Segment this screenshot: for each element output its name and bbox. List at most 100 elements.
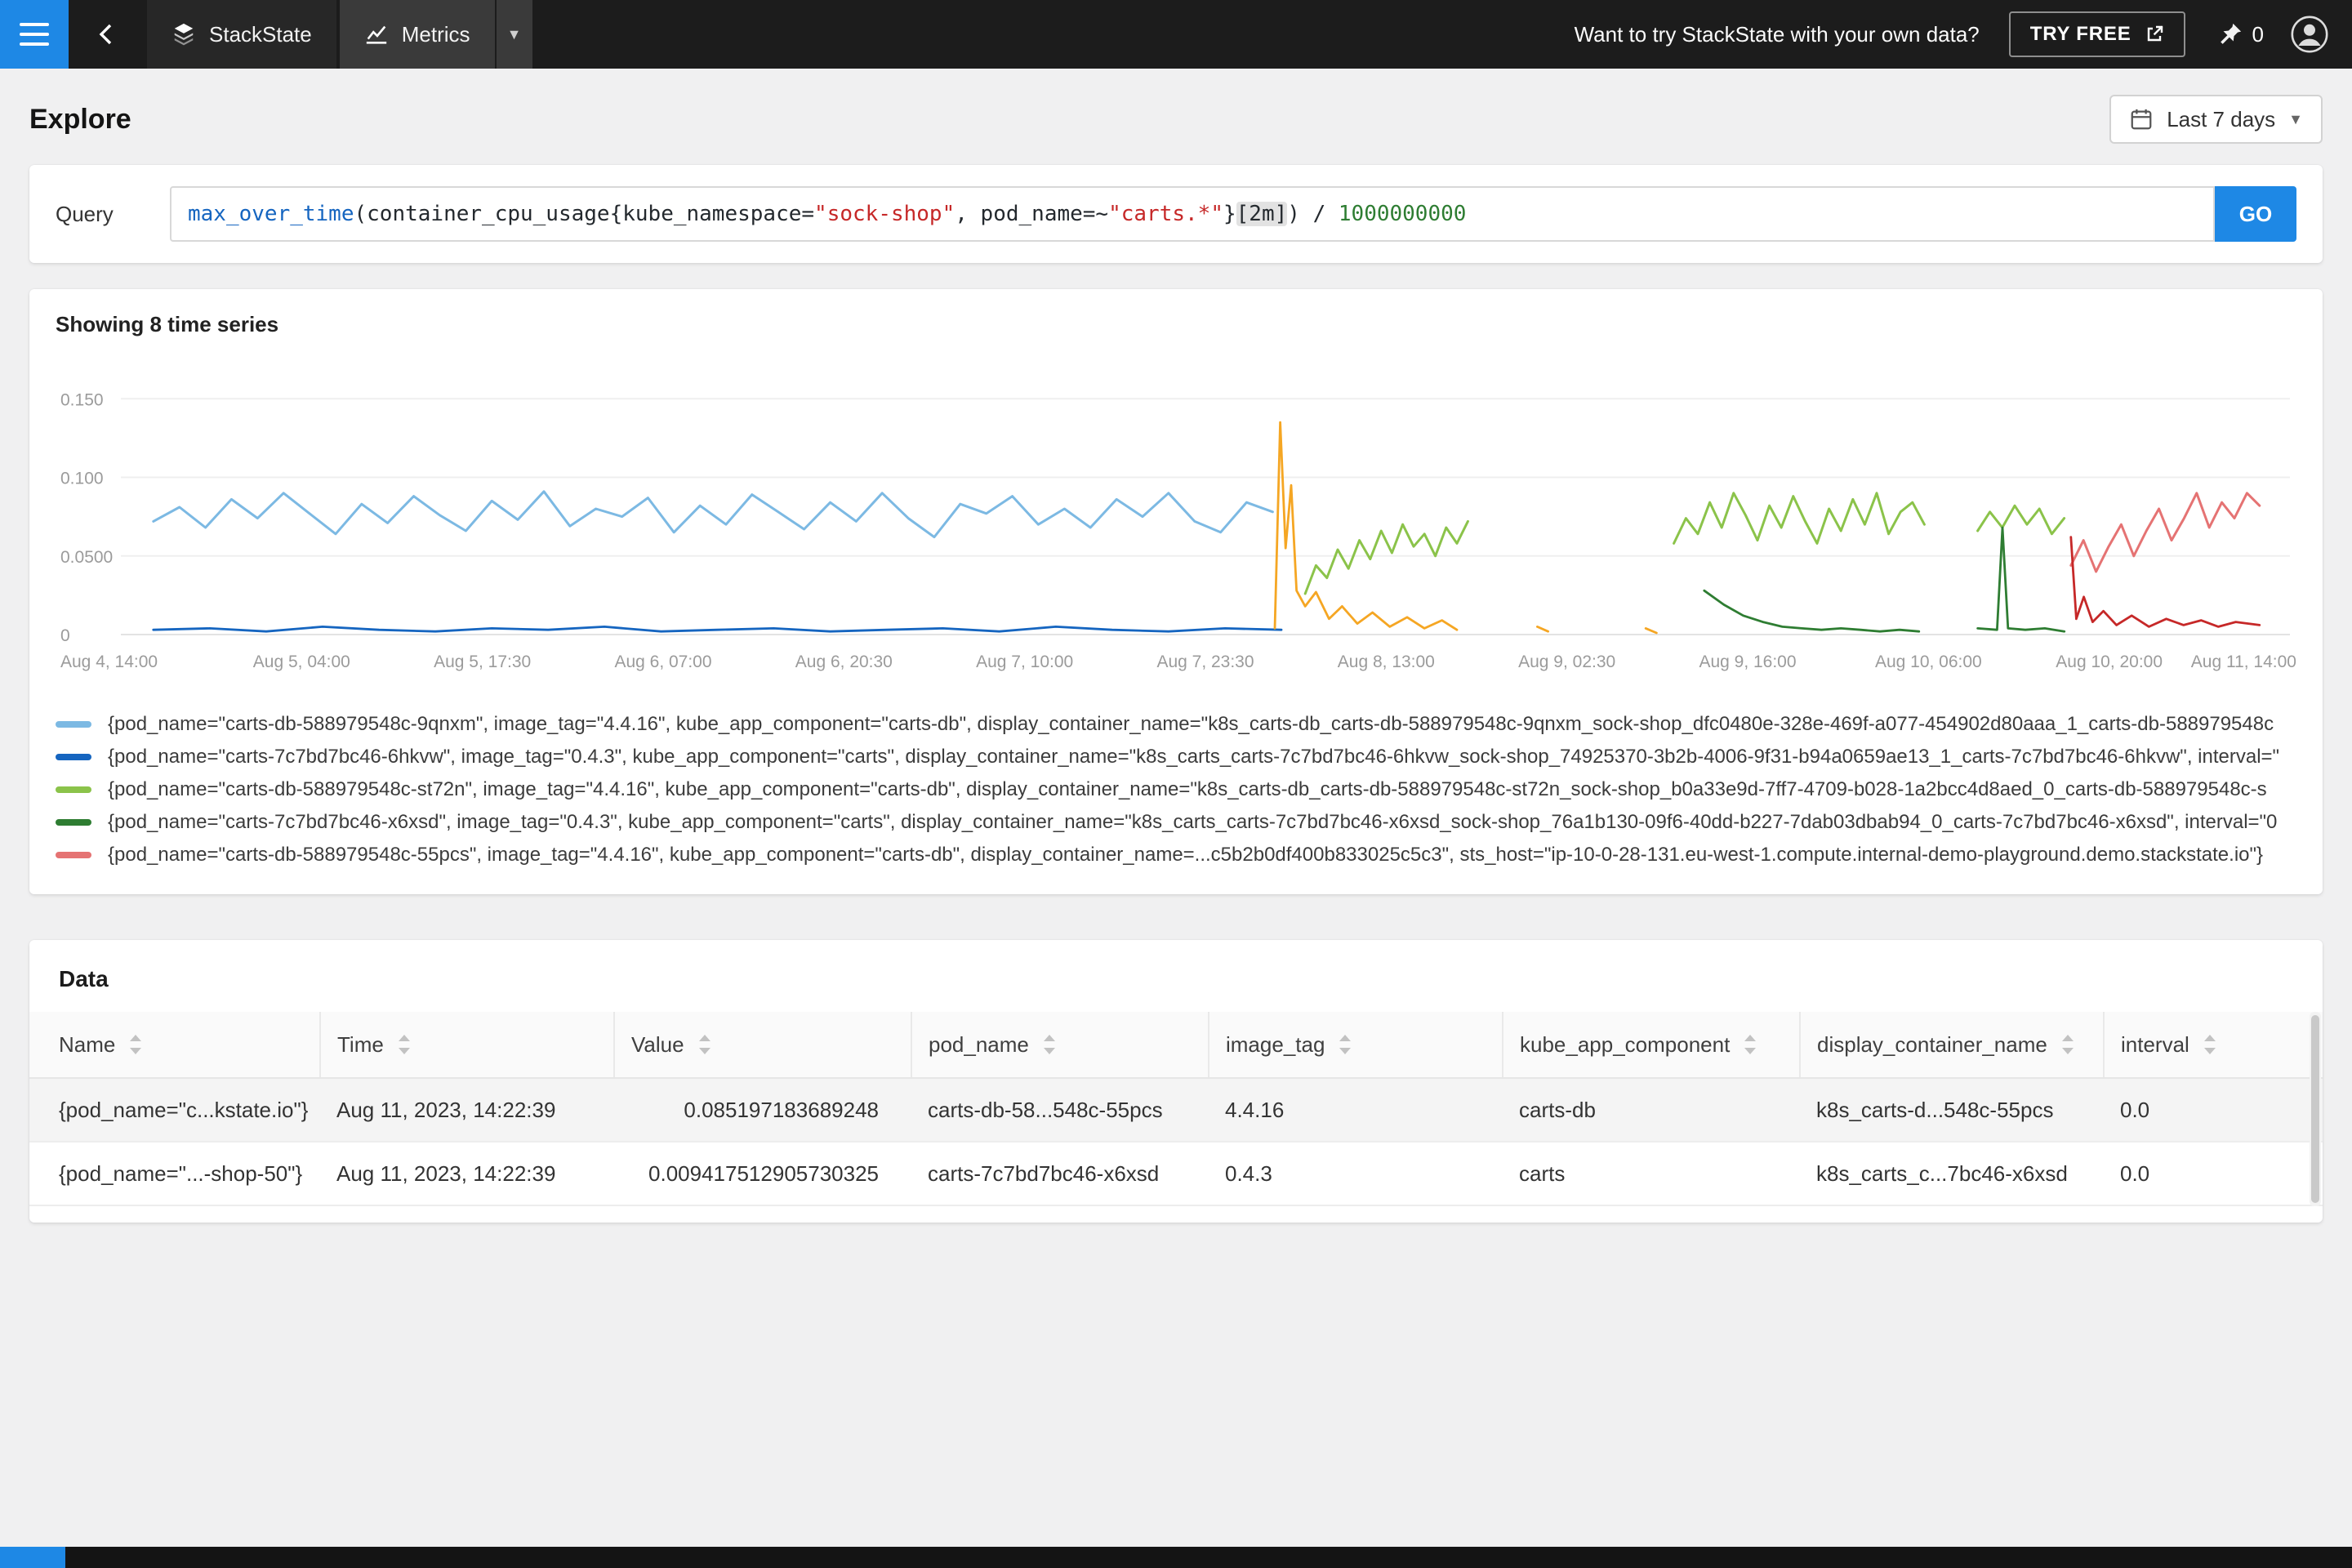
column-header-time[interactable]: Time [319,1012,614,1079]
topbar: StackState Metrics ▼ Want to try StackSt… [0,0,2352,69]
tab-metrics[interactable]: Metrics [339,0,495,69]
query-token: container_cpu_usage [367,202,610,226]
table-body: {pod_name="c...kstate.io"} Aug 11, 2023, … [29,1078,2323,1206]
legend-item[interactable]: {pod_name="carts-db-588979548c-9qnxm", i… [56,708,2296,741]
series-swatch [56,852,91,858]
query-token: [2m] [1236,202,1288,226]
menu-button[interactable] [0,0,69,69]
timeseries-chart[interactable]: 0.150 0.100 0.0500 0 Aug 4, 14:00 Aug 5, 04:0… [56,357,2296,692]
column-header-kube-app-component[interactable]: kube_app_component [1502,1012,1800,1079]
sort-icon[interactable] [2203,1035,2217,1054]
sort-icon[interactable] [128,1035,143,1054]
query-label: Query [56,201,114,226]
sort-icon[interactable] [2060,1035,2075,1054]
table-scrollbar[interactable] [2310,1012,2321,1206]
query-card: Query max_over_time(container_cpu_usage{… [29,165,2323,263]
series-line [1673,492,1926,545]
column-label: display_container_name [1817,1031,2047,1057]
series-line [1273,421,1459,631]
pin-icon [2220,23,2241,44]
legend-item[interactable]: {pod_name="carts-7c7bd7bc46-6hkvw", imag… [56,741,2296,773]
query-token: } [1223,202,1236,226]
table-row[interactable]: {pod_name="...-shop-50"} Aug 11, 2023, 14… [29,1142,2323,1206]
x-axis-label: Aug 10, 20:00 [2056,653,2163,671]
legend-item[interactable]: {pod_name="carts-7c7bd7bc46-x6xsd", imag… [56,806,2296,839]
scrollbar-thumb[interactable] [2311,1015,2319,1203]
query-token: ( [354,202,368,226]
legend-item[interactable]: {pod_name="carts-db-588979548c-55pcs", i… [56,839,2296,871]
pin-control[interactable]: 0 [2218,22,2264,47]
column-label: interval [2121,1031,2189,1057]
avatar[interactable] [2290,15,2329,54]
table-cell: {pod_name="...-shop-50"} [29,1142,320,1206]
brand[interactable]: StackState [147,0,336,69]
series-swatch [56,721,91,728]
arrow-left-icon [99,24,112,45]
column-label: image_tag [1226,1031,1325,1057]
x-axis-label: Aug 8, 13:00 [1338,653,1435,671]
external-link-icon [2147,25,2163,42]
legend: {pod_name="carts-db-588979548c-9qnxm", i… [56,708,2296,871]
sort-icon[interactable] [697,1035,712,1054]
chevron-down-icon: ▼ [2288,110,2303,127]
query-token: max_over_time [188,202,354,226]
data-table: Name Time Value pod_name image_tag kube_app_c… [29,1012,2323,1206]
table-row[interactable]: {pod_name="c...kstate.io"} Aug 11, 2023, … [29,1078,2323,1143]
bottom-bar [0,1547,2352,1568]
series-line [1703,589,1921,633]
query-token: ) / [1287,202,1339,226]
legend-label: {pod_name="carts-db-588979548c-9qnxm", i… [108,713,2274,735]
series-swatch [56,754,91,760]
column-header-display-container-name[interactable]: display_container_name [1799,1012,2104,1079]
legend-item[interactable]: {pod_name="carts-db-588979548c-st72n", i… [56,773,2296,806]
query-token: pod_name [980,202,1083,226]
user-icon [2291,16,2328,53]
time-range-picker[interactable]: Last 7 days ▼ [2109,95,2323,144]
try-free-label: TRY FREE [2029,23,2132,45]
legend-label: {pod_name="carts-db-588979548c-st72n", i… [108,778,2267,800]
x-axis-label: Aug 10, 06:00 [1875,653,1982,671]
column-header-interval[interactable]: interval [2103,1012,2323,1079]
chart-line-icon [366,25,386,44]
try-free-button[interactable]: TRY FREE [2008,11,2185,57]
page-title: Explore [29,103,131,135]
x-axis-label: Aug 6, 07:00 [614,653,711,671]
column-header-name[interactable]: Name [29,1012,320,1079]
query-input[interactable]: max_over_time(container_cpu_usage{kube_n… [170,186,2215,242]
query-token: { [609,202,623,226]
x-axis-label: Aug 5, 17:30 [434,653,531,671]
bottom-menu-button[interactable] [0,1547,65,1568]
back-button[interactable] [69,0,144,69]
y-axis-label: 0.150 [60,390,104,409]
chart-summary: Showing 8 time series [56,312,279,336]
x-axis-label: Aug 9, 16:00 [1699,653,1796,671]
sort-icon[interactable] [1338,1035,1352,1054]
query-token: kube_namespace [622,202,802,226]
data-card: Data Name Time Value pod_name image_tag kube_… [29,940,2323,1223]
promo-text: Want to try StackState with your own dat… [1574,21,1980,47]
column-label: Time [337,1031,384,1057]
column-header-image-tag[interactable]: image_tag [1208,1012,1503,1079]
table-cell: Aug 11, 2023, 14:22:39 [320,1078,614,1143]
table-cell: carts-db [1503,1078,1800,1143]
brand-label: StackState [209,21,312,47]
series-line [152,490,1274,539]
column-header-value[interactable]: Value [613,1012,911,1079]
column-label: pod_name [929,1031,1029,1057]
table-cell: {pod_name="c...kstate.io"} [29,1078,320,1143]
chart-card: Showing 8 time series 0.150 0.100 0.0500 0 A… [29,289,2323,894]
series-line [2069,492,2261,573]
column-header-pod-name[interactable]: pod_name [911,1012,1209,1079]
sort-icon[interactable] [397,1035,412,1054]
go-button[interactable]: GO [2215,186,2296,242]
table-cell: carts-7c7bd7bc46-x6xsd [911,1142,1209,1206]
column-label: kube_app_component [1520,1031,1731,1057]
table-cell: k8s_carts_c...7bc46-x6xsd [1800,1142,2104,1206]
sort-icon[interactable] [1042,1035,1057,1054]
x-axis-label: Aug 4, 14:00 [60,653,158,671]
sort-icon[interactable] [1743,1035,1757,1054]
x-axis-label: Aug 7, 10:00 [976,653,1073,671]
tab-dropdown-caret[interactable]: ▼ [496,0,532,69]
pin-count: 0 [2252,21,2264,47]
table-cell: Aug 11, 2023, 14:22:39 [320,1142,614,1206]
